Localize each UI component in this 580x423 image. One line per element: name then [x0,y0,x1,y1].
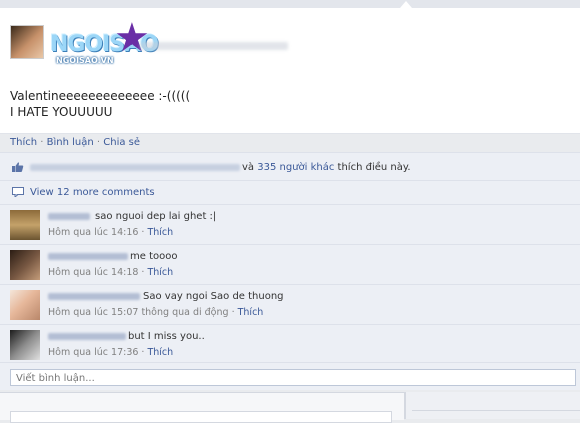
commenter-avatar[interactable] [10,210,40,240]
commenter-name-redacted[interactable] [48,293,140,300]
comment-row: sao nguoi dep lai ghet :| Hôm qua lúc 14… [0,204,580,245]
post-meta-redacted [140,42,288,50]
logo-subtext: NGOISAO.VN [56,56,114,65]
thumbs-up-icon [12,162,24,172]
likes-row: và 335 người khác thích điều này. [0,152,580,181]
share-link[interactable]: Chia sẻ [103,137,140,148]
comment-text: me toooo [130,251,178,262]
separator: · [40,137,44,148]
post-line-2: I HATE YOUUUUU [10,105,113,119]
commenter-avatar[interactable] [10,250,40,280]
poster-avatar[interactable] [10,25,44,59]
star-icon: ★ [114,15,150,61]
like-link[interactable]: Thích [10,137,37,148]
commenter-avatar[interactable] [10,290,40,320]
likes-summary: và 335 người khác thích điều này. [242,162,411,173]
next-post-card [10,411,392,423]
divider-line [412,410,580,411]
comment-meta: Hôm qua lúc 14:16 · Thích [48,227,174,238]
separator: · [96,137,101,148]
comment-link[interactable]: Bình luận [47,137,94,148]
post-body: Valentineeeeeeeeeeeee :-((((( I HATE YOU… [10,88,190,120]
post-card: NGOISAO ★ NGOISAO.VN Valentineeeeeeeeeee… [0,8,580,134]
comment-time[interactable]: Hôm qua lúc 17:36 [48,347,138,358]
likes-suffix: thích điều này. [337,162,411,173]
others-link[interactable]: 335 người khác [257,162,334,173]
write-comment-row: Viết bình luận... [0,362,580,391]
comment-time[interactable]: Hôm qua lúc 15:07 [48,307,138,318]
likes-prefix: và [242,162,255,173]
comment-text: sao nguoi dep lai ghet :| [95,211,217,222]
comment-like-link[interactable]: Thích [147,227,173,238]
comment-meta: Hôm qua lúc 14:18 · Thích [48,267,174,278]
view-more-row[interactable]: View 12 more comments [0,180,580,205]
speech-bubble-icon [12,187,24,199]
comment-meta: Hôm qua lúc 17:36 · Thích [48,347,174,358]
commenter-name-redacted[interactable] [48,333,126,340]
comment-row: Sao vay ngoi Sao de thuong Hôm qua lúc 1… [0,284,580,325]
commenter-name-redacted[interactable] [48,213,90,220]
commenter-avatar[interactable] [10,330,40,360]
post-actions: Thích · Bình luận · Chia sẻ [10,137,140,148]
comment-meta: Hôm qua lúc 15:07 thông qua di động · Th… [48,307,264,318]
side-column [406,392,580,419]
comment-row: me toooo Hôm qua lúc 14:18 · Thích [0,244,580,285]
pointer-caret [400,1,412,8]
comment-like-link[interactable]: Thích [147,347,173,358]
comment-text: Sao vay ngoi Sao de thuong [143,291,284,302]
comment-time[interactable]: Hôm qua lúc 14:16 [48,227,138,238]
comment-row: but I miss you.. Hôm qua lúc 17:36 · Thí… [0,324,580,365]
liker-names-redacted[interactable] [30,164,240,171]
comment-time[interactable]: Hôm qua lúc 14:18 [48,267,138,278]
commenter-name-redacted[interactable] [48,253,128,260]
next-post-area [0,392,404,423]
view-more-link[interactable]: View 12 more comments [30,187,155,198]
post-line-1: Valentineeeeeeeeeeeee :-((((( [10,89,191,103]
comment-like-link[interactable]: Thích [238,307,264,318]
comment-via: thông qua di động [141,307,229,318]
write-comment-input[interactable]: Viết bình luận... [10,369,576,386]
comment-like-link[interactable]: Thích [147,267,173,278]
comment-text: but I miss you.. [128,331,205,342]
